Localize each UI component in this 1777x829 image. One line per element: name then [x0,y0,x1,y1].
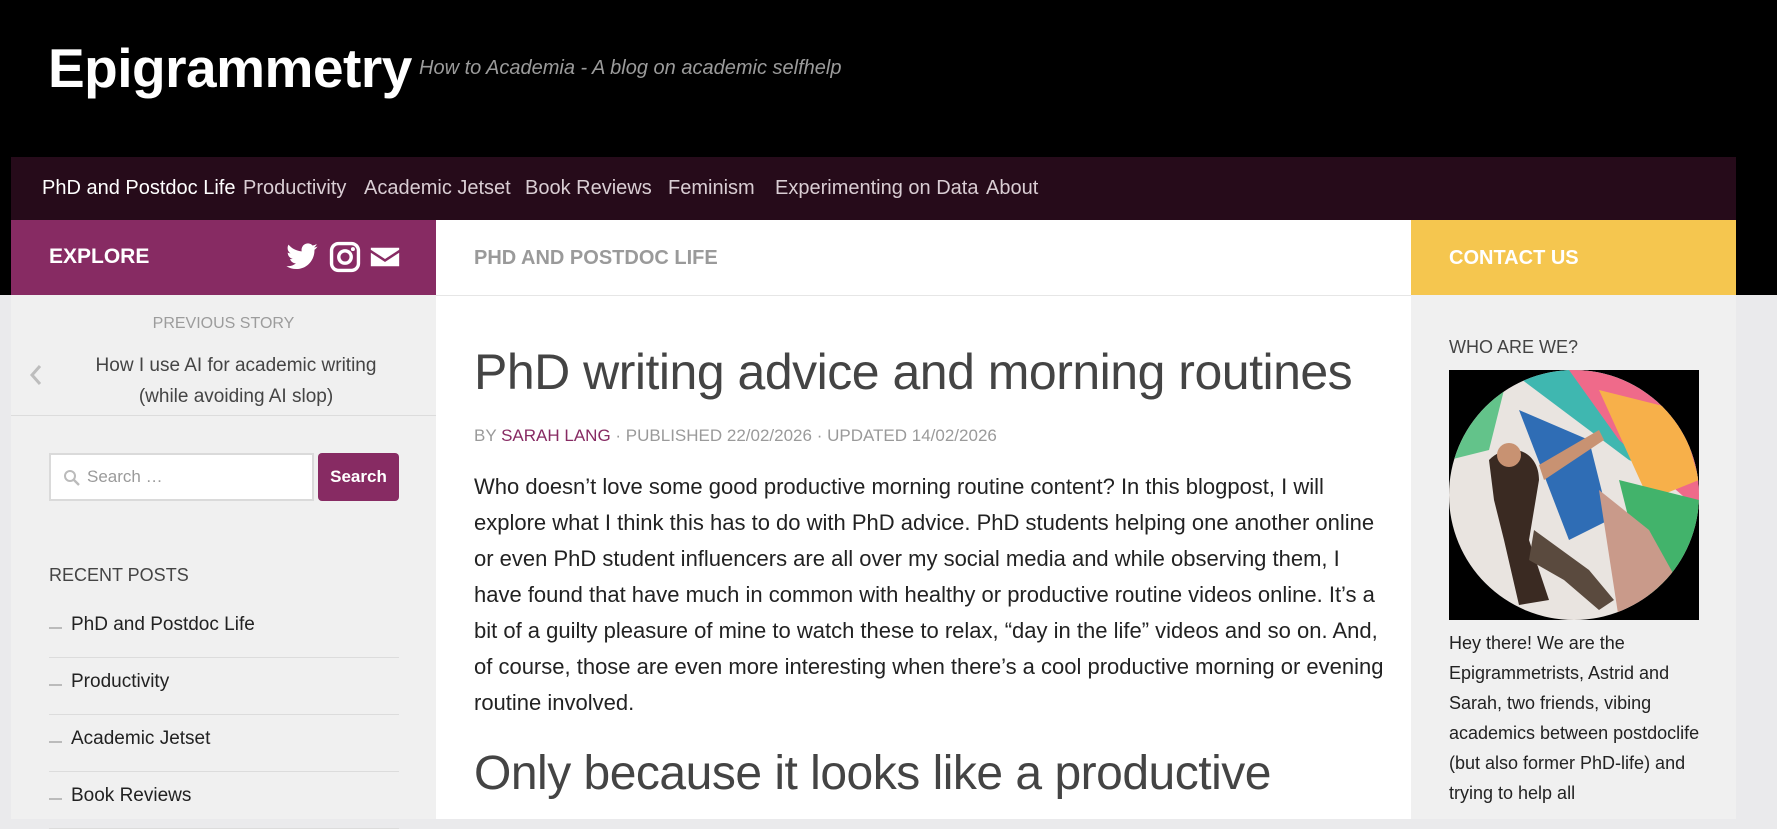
list-item: PhD and Postdoc Life [49,600,399,658]
explore-bar: EXPLORE [11,220,436,295]
list-item: Book Reviews [49,771,399,829]
content-header: PHD AND POSTDOC LIFE [436,220,1411,296]
author-link[interactable]: SARAH LANG [501,426,611,445]
chevron-left-icon[interactable] [27,363,45,387]
nav-item-about[interactable]: About [986,177,1038,200]
explore-label: EXPLORE [49,245,150,268]
dash-icon [49,798,62,800]
dash-icon [49,684,62,686]
instagram-icon[interactable] [328,240,362,274]
meta-by: BY [474,426,502,445]
site-title[interactable]: Epigrammetry [48,36,412,100]
search-button[interactable]: Search [318,453,399,501]
recent-post-link[interactable]: Book Reviews [71,785,191,807]
post-subheading: Only because it looks like a productive [474,747,1271,800]
section-label[interactable]: PHD AND POSTDOC LIFE [474,247,718,270]
recent-post-link[interactable]: PhD and Postdoc Life [71,614,255,636]
recent-posts-title: RECENT POSTS [49,565,189,585]
previous-story-line-1: How I use AI for academic writing [95,355,377,376]
main-nav: PhD and Postdoc Life Productivity Academ… [11,157,1736,220]
bio-text: Hey there! We are the Epigrammetrists, A… [1449,633,1700,803]
previous-story-link[interactable]: How I use AI for academic writing (while… [71,350,401,412]
dash-icon [49,741,62,743]
nav-item-academic-jetset[interactable]: Academic Jetset [364,177,511,200]
dash-icon [49,627,62,629]
divider [11,415,436,416]
list-item: Productivity [49,657,399,715]
site-tagline: How to Academia - A blog on academic sel… [419,57,842,79]
authors-photo [1449,370,1699,620]
mail-icon[interactable] [368,240,402,274]
previous-story-line-2: (while avoiding AI slop) [138,386,334,407]
right-sidebar: WHO ARE WE? Hey there! We are the Epigra… [1411,295,1736,819]
search-placeholder: Search … [87,467,163,486]
contact-bar[interactable]: CONTACT US [1411,220,1736,295]
nav-item-feminism[interactable]: Feminism [668,177,755,200]
search-icon [63,469,81,487]
nav-item-book-reviews[interactable]: Book Reviews [525,177,652,200]
twitter-icon[interactable] [285,240,319,274]
meta-dates: · PUBLISHED 22/02/2026 · UPDATED 14/02/2… [610,426,997,445]
post-body: Who doesn’t love some good productive mo… [474,474,1384,715]
contact-label[interactable]: CONTACT US [1449,247,1579,270]
post-content: PhD writing advice and morning routines … [436,296,1411,819]
search-input[interactable]: Search … [49,453,314,501]
nav-item-experimenting-on-data[interactable]: Experimenting on Data [775,177,978,200]
left-sidebar: PREVIOUS STORY How I use AI for academic… [11,295,436,829]
who-are-we-title: WHO ARE WE? [1449,337,1579,357]
recent-post-link[interactable]: Productivity [71,671,169,693]
previous-story-heading: PREVIOUS STORY [152,315,295,332]
list-item: Academic Jetset [49,714,399,772]
nav-item-phd-postdoc-life[interactable]: PhD and Postdoc Life [42,177,235,200]
post-meta: BY SARAH LANG · PUBLISHED 22/02/2026 · U… [474,426,997,446]
post-title: PhD writing advice and morning routines [474,344,1353,400]
recent-post-link[interactable]: Academic Jetset [71,728,210,750]
nav-item-productivity[interactable]: Productivity [243,177,346,200]
